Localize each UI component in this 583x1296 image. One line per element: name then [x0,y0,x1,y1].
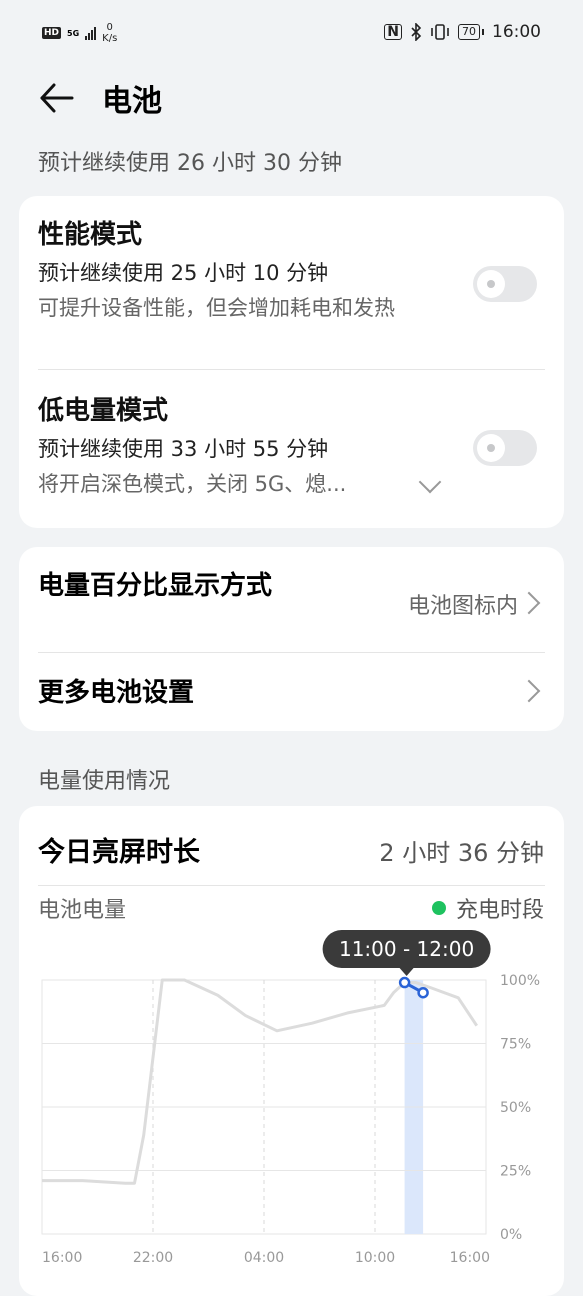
modes-card: 性能模式 预计继续使用 25 小时 10 分钟 可提升设备性能，但会增加耗电和发… [19,196,564,528]
y-tick-label: 0% [500,1227,522,1243]
x-tick-label: 10:00 [355,1250,395,1266]
net-speed: 0 K/s [102,22,117,44]
status-time: 16:00 [492,22,541,42]
battery-estimate: 预计继续使用 26 小时 30 分钟 [38,151,342,176]
performance-mode-title: 性能模式 [38,220,143,250]
x-tick-label: 04:00 [244,1250,284,1266]
battery-chart[interactable]: 100% 75% 50% 25% 0% 16:00 22:00 04:00 10:00 16:00… [0,920,583,1280]
x-tick-label: 22:00 [133,1250,173,1266]
performance-mode-estimate: 预计继续使用 25 小时 10 分钟 [38,261,329,285]
settings-card: 电量百分比显示方式 电池图标内 更多电池设置 [19,547,564,731]
usage-section-title: 电量使用情况 [38,769,171,794]
hd-badge: HD [42,27,62,39]
nfc-icon: N [384,24,402,40]
y-tick-label: 100% [500,973,540,989]
x-tick-label: 16:00 [42,1250,82,1266]
low-power-mode-estimate: 预计继续使用 33 小时 55 分钟 [38,437,329,461]
battery-icon: 70 [458,24,484,40]
screen-time-value: 2 小时 36 分钟 [379,839,544,867]
status-right: N 70 16:00 [384,22,541,42]
net-speed-value: 0 [106,22,113,33]
low-power-mode-toggle[interactable] [473,430,537,466]
low-power-mode-description: 将开启深色模式，关闭 5G、熄... [38,472,347,496]
selected-start-point [398,976,411,989]
y-tick-label: 75% [500,1037,531,1053]
y-tick-label: 25% [500,1164,531,1180]
vibrate-icon [431,24,449,40]
signal-icon [85,26,97,40]
x-tick-label: 16:00 [450,1250,490,1266]
net-speed-unit: K/s [102,33,118,44]
more-battery-settings[interactable]: 更多电池设置 [38,672,545,709]
divider [38,652,545,653]
performance-mode-toggle[interactable] [473,266,537,302]
status-left: HD 5G 0 K/s [42,22,117,44]
divider [38,885,545,886]
back-arrow-icon[interactable] [38,78,78,118]
range-tooltip-pointer [399,968,414,976]
page-title: 电池 [102,84,162,119]
low-power-mode-title: 低电量模式 [38,396,169,426]
low-power-mode-row[interactable]: 低电量模式 预计继续使用 33 小时 55 分钟 将开启深色模式，关闭 5G、熄… [38,390,464,501]
chevron-right-icon[interactable] [517,591,541,615]
divider [38,369,545,370]
percentage-display-value[interactable]: 电池图标内 [408,588,518,620]
charging-legend-dot-icon [431,901,446,915]
y-tick-label: 50% [500,1100,531,1116]
network-type: 5G [67,28,80,38]
title-bar: 电池 [0,70,583,130]
status-bar: HD 5G 0 K/s N 70 16:00 [0,0,583,70]
performance-mode-description: 可提升设备性能，但会增加耗电和发热 [38,296,395,320]
bluetooth-icon [411,23,422,41]
percentage-display-label[interactable]: 电量百分比显示方式 [38,565,283,608]
selected-end-point [417,986,429,999]
performance-mode-row[interactable]: 性能模式 预计继续使用 25 小时 10 分钟 可提升设备性能，但会增加耗电和发… [38,214,464,325]
range-tooltip-label: 11:00 - 12:00 [339,937,474,961]
